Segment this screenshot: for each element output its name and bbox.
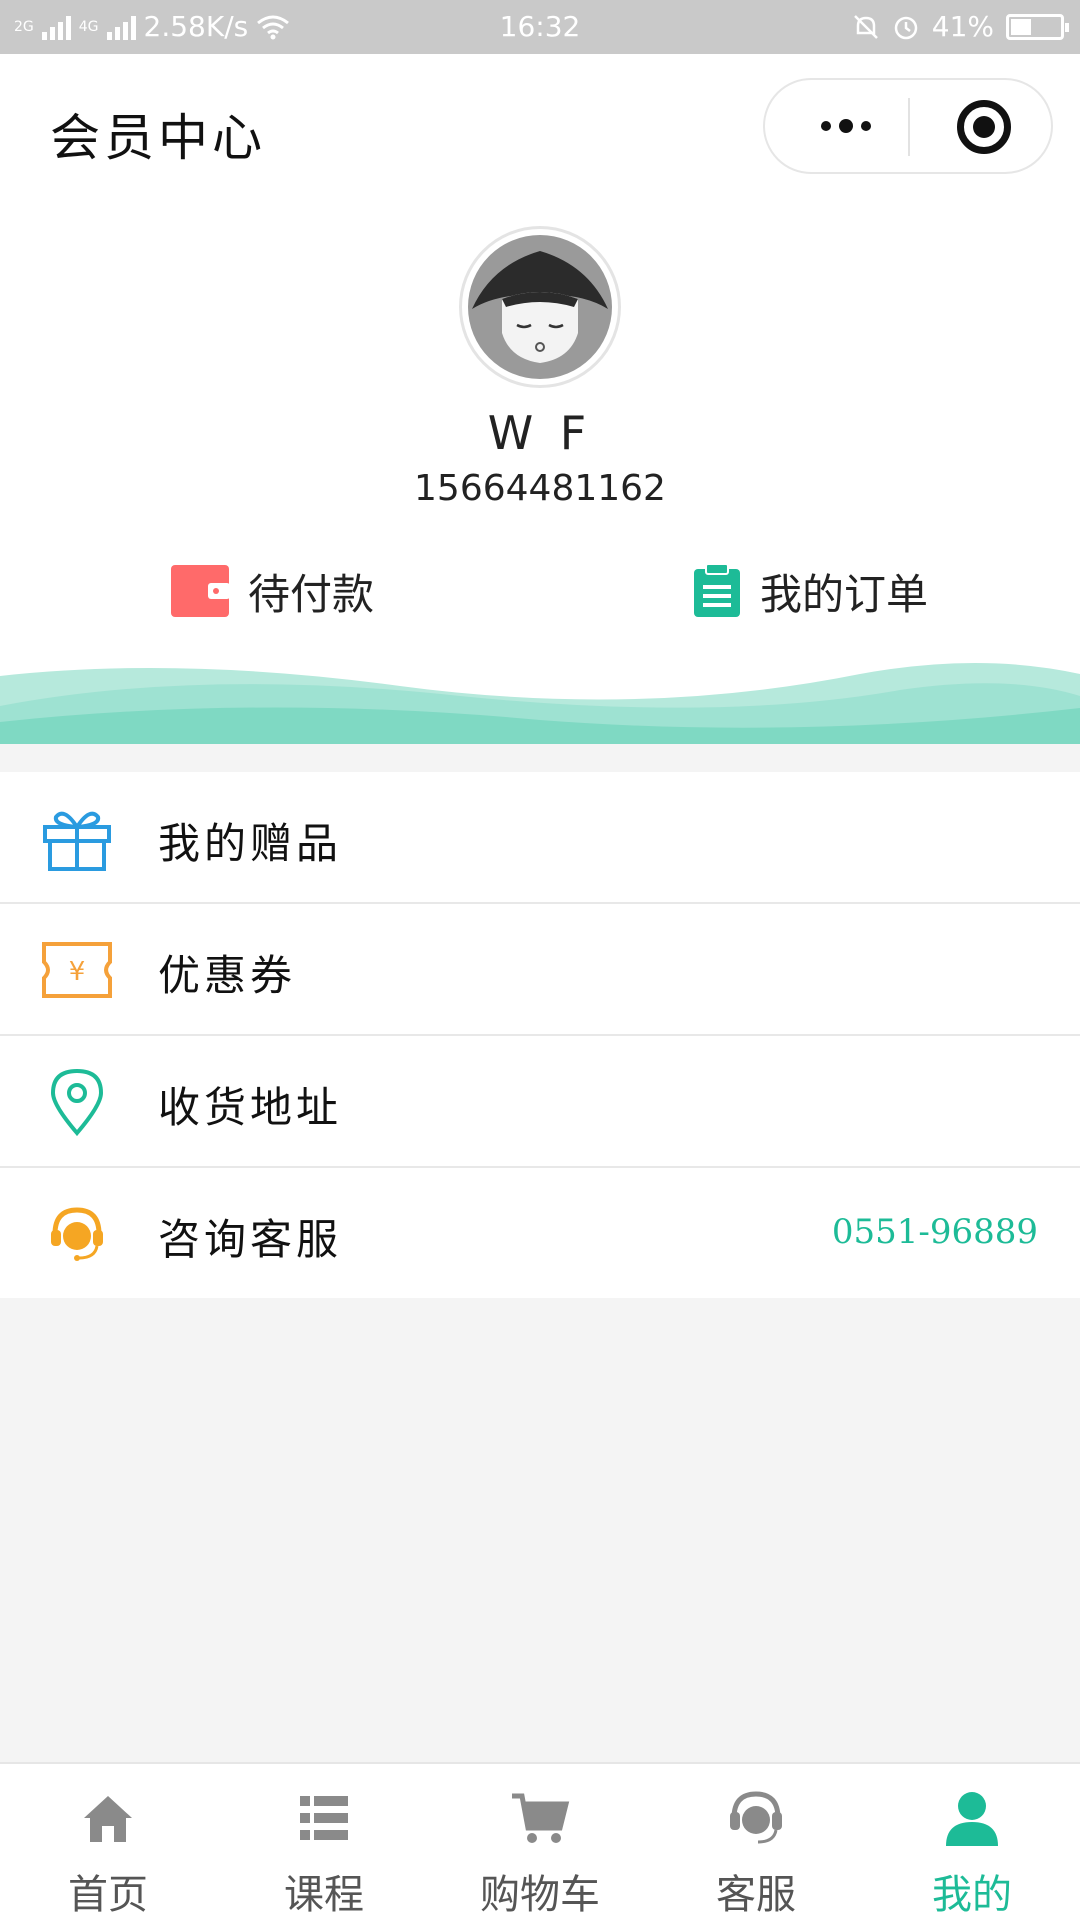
more-dot-icon	[861, 121, 871, 131]
battery-percent: 41%	[931, 10, 994, 43]
bell-muted-icon	[853, 14, 878, 39]
capsule-divider	[908, 98, 910, 156]
alarm-icon	[894, 16, 918, 39]
tab-label-home: 首页	[68, 1872, 148, 1918]
service-phone-number[interactable]: 0551-96889	[832, 1212, 1038, 1252]
headset-icon	[40, 1201, 114, 1267]
pending-payment-label: 待付款	[248, 569, 375, 619]
tab-cart[interactable]: 购物车	[432, 1764, 648, 1920]
menu-item-gifts[interactable]: 我的赠品	[0, 772, 1080, 904]
menu-label-coupons: 优惠券	[158, 951, 297, 1000]
pending-payment-button[interactable]: 待付款	[170, 560, 374, 622]
profile-section: W F 15664481162 待付款 我的订单	[0, 204, 1080, 744]
menu-label-address: 收货地址	[158, 1083, 343, 1132]
my-orders-label: 我的订单	[760, 569, 929, 619]
tab-bar: 首页 课程 购物车 客服 我的	[0, 1762, 1080, 1920]
page-title: 会员中心	[50, 109, 266, 167]
tab-label-courses: 课程	[284, 1872, 364, 1918]
coupon-icon: ¥	[40, 937, 114, 1003]
menu-label-gifts: 我的赠品	[158, 819, 343, 868]
battery-icon	[1006, 13, 1069, 40]
avatar[interactable]	[459, 226, 621, 388]
my-orders-button[interactable]: 我的订单	[692, 560, 928, 622]
mini-program-capsule	[763, 78, 1053, 174]
menu-item-coupons[interactable]: ¥ 优惠券	[0, 904, 1080, 1036]
tab-mine[interactable]: 我的	[864, 1764, 1080, 1920]
tab-label-cart: 购物车	[480, 1872, 600, 1918]
list-icon	[300, 1796, 348, 1840]
menu-item-address[interactable]: 收货地址	[0, 1036, 1080, 1168]
tab-label-mine: 我的	[932, 1872, 1012, 1918]
more-dot-icon	[821, 121, 831, 131]
clipboard-icon	[694, 563, 740, 617]
status-bar: 2G 4G 2.58K/s 16:32 41%	[0, 0, 1080, 54]
tab-service[interactable]: 客服	[648, 1764, 864, 1920]
more-button[interactable]	[801, 80, 891, 172]
cart-icon	[512, 1793, 570, 1843]
wallet-icon	[171, 565, 230, 617]
avatar-image	[468, 235, 612, 379]
home-icon	[84, 1796, 132, 1842]
wave-decoration	[0, 663, 1080, 744]
menu-list: 我的赠品 ¥ 优惠券 收货地址 咨询客服 0551-96889	[0, 772, 1080, 1298]
gift-icon	[40, 805, 114, 871]
close-target-button[interactable]	[957, 100, 1011, 154]
headset-icon	[730, 1791, 782, 1844]
status-right: 41%	[852, 10, 1069, 43]
user-icon	[946, 1792, 998, 1846]
menu-label-customer-service: 咨询客服	[158, 1215, 343, 1264]
user-name: W F	[487, 406, 593, 460]
tab-home[interactable]: 首页	[0, 1764, 216, 1920]
title-bar: 会员中心	[0, 54, 1080, 204]
svg-text:¥: ¥	[69, 957, 86, 987]
location-pin-icon	[40, 1068, 114, 1137]
tab-label-service: 客服	[716, 1872, 796, 1918]
more-dot-icon	[839, 119, 853, 133]
tab-courses[interactable]: 课程	[216, 1764, 432, 1920]
user-phone: 15664481162	[414, 468, 666, 509]
menu-item-customer-service[interactable]: 咨询客服 0551-96889	[0, 1168, 1080, 1298]
